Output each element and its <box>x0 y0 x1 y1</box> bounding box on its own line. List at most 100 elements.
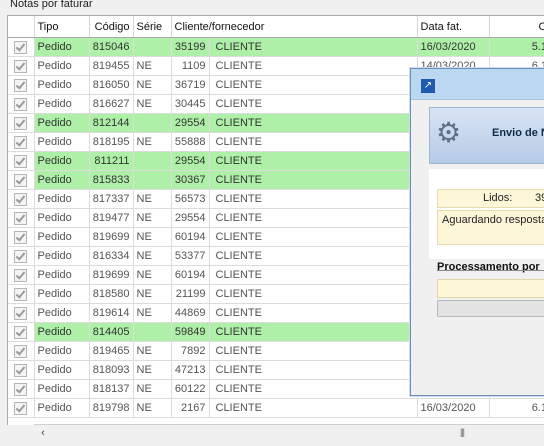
header-check[interactable] <box>8 16 35 38</box>
checkbox-checked-icon[interactable] <box>14 78 28 92</box>
checkbox-checked-icon[interactable] <box>14 97 28 111</box>
cell-cliente-num: 30445 <box>171 94 210 114</box>
processing-group-label: Processamento por <box>437 261 540 273</box>
cell-codigo: 819699 <box>89 265 134 285</box>
progress-bar <box>437 300 544 317</box>
cell-serie: NE <box>133 341 172 361</box>
table-row[interactable]: Pedido815046 35199CLIENTE16/03/20205.102/… <box>8 37 544 57</box>
cell-serie: NE <box>133 246 172 266</box>
row-checkbox[interactable] <box>8 227 35 247</box>
row-checkbox[interactable] <box>8 37 35 57</box>
cell-tipo: Pedido <box>34 94 90 114</box>
row-checkbox[interactable] <box>8 341 35 361</box>
checkbox-checked-icon[interactable] <box>14 116 28 130</box>
header-codigo[interactable]: Código <box>89 16 134 38</box>
row-checkbox[interactable] <box>8 284 35 304</box>
row-checkbox[interactable] <box>8 113 35 133</box>
grid-caption: Notas por faturar <box>10 0 93 10</box>
horizontal-scrollbar[interactable]: ‹ ||| <box>34 424 544 442</box>
row-checkbox[interactable] <box>8 75 35 95</box>
cell-cliente-num: 47213 <box>171 360 210 380</box>
cell-tipo: Pedido <box>34 303 90 323</box>
checkbox-checked-icon[interactable] <box>14 287 28 301</box>
checkbox-checked-icon[interactable] <box>14 230 28 244</box>
cell-serie: NE <box>133 56 172 76</box>
cell-cliente-name: CLIENTE <box>209 246 418 266</box>
row-checkbox[interactable] <box>8 151 35 171</box>
row-checkbox[interactable] <box>8 132 35 152</box>
processing-divider <box>437 270 544 271</box>
cell-serie <box>133 113 172 133</box>
cell-cliente-name: CLIENTE <box>209 360 418 380</box>
cell-cliente-name: CLIENTE <box>209 208 418 228</box>
cell-cliente-num: 55888 <box>171 132 210 152</box>
cell-cfop: 6.102/00 <box>489 398 544 418</box>
checkbox-checked-icon[interactable] <box>14 268 28 282</box>
cell-cliente-name: CLIENTE <box>209 37 418 57</box>
row-checkbox[interactable] <box>8 322 35 342</box>
dialog-title: Envio de N <box>492 127 544 139</box>
cell-cfop: 5.102/00 <box>489 37 544 57</box>
checkbox-checked-icon[interactable] <box>14 382 28 396</box>
cell-cliente-name: CLIENTE <box>209 75 418 95</box>
scroll-left-icon[interactable]: ‹ <box>36 427 50 440</box>
header-data-fat[interactable]: Data fat. <box>417 16 490 38</box>
send-dialog: ↗ ⚙ Envio de N Lidos: 39 Aguardando resp… <box>410 68 544 396</box>
header-cfops[interactable]: CFOPs <box>489 16 544 38</box>
cell-codigo: 812144 <box>89 113 134 133</box>
row-checkbox[interactable] <box>8 56 35 76</box>
checkbox-checked-icon[interactable] <box>14 401 28 415</box>
checkbox-checked-icon[interactable] <box>14 325 28 339</box>
row-checkbox[interactable] <box>8 94 35 114</box>
row-checkbox[interactable] <box>8 265 35 285</box>
cell-cliente-name: CLIENTE <box>209 227 418 247</box>
cell-tipo: Pedido <box>34 398 90 418</box>
cell-cliente-name: CLIENTE <box>209 398 418 418</box>
checkbox-checked-icon[interactable] <box>14 154 28 168</box>
row-checkbox[interactable] <box>8 189 35 209</box>
cell-tipo: Pedido <box>34 322 90 342</box>
scroll-grip-icon[interactable]: ||| <box>460 427 465 437</box>
checkbox-checked-icon[interactable] <box>14 173 28 187</box>
header-serie[interactable]: Série <box>133 16 172 38</box>
status-box: Aguardando resposta <box>437 210 544 245</box>
cell-codigo: 819798 <box>89 398 134 418</box>
row-checkbox[interactable] <box>8 246 35 266</box>
row-checkbox[interactable] <box>8 208 35 228</box>
cell-tipo: Pedido <box>34 379 90 399</box>
dialog-banner: ⚙ Envio de N <box>429 107 544 164</box>
checkbox-checked-icon[interactable] <box>14 344 28 358</box>
cell-codigo: 811211 <box>89 151 134 171</box>
row-checkbox[interactable] <box>8 398 35 418</box>
row-checkbox[interactable] <box>8 170 35 190</box>
cell-cliente-num: 30367 <box>171 170 210 190</box>
cell-cliente-name: CLIENTE <box>209 284 418 304</box>
cell-codigo: 818195 <box>89 132 134 152</box>
row-checkbox[interactable] <box>8 379 35 399</box>
grid-header-row: Tipo Código Série Cliente/fornecedor Dat… <box>8 16 544 38</box>
cell-cliente-name: CLIENTE <box>209 303 418 323</box>
cell-serie <box>133 37 172 57</box>
table-row[interactable]: Pedido819798NE2167CLIENTE16/03/20206.102… <box>8 398 544 418</box>
checkbox-checked-icon[interactable] <box>14 249 28 263</box>
cell-serie <box>133 322 172 342</box>
cell-serie: NE <box>133 360 172 380</box>
cell-cliente-num: 59849 <box>171 322 210 342</box>
row-checkbox[interactable] <box>8 303 35 323</box>
header-tipo[interactable]: Tipo <box>34 16 90 38</box>
checkbox-checked-icon[interactable] <box>14 306 28 320</box>
cell-codigo: 819465 <box>89 341 134 361</box>
checkbox-checked-icon[interactable] <box>14 363 28 377</box>
cell-cliente-num: 2167 <box>171 398 210 418</box>
cell-codigo: 819455 <box>89 56 134 76</box>
header-cliente[interactable]: Cliente/fornecedor <box>171 16 418 38</box>
lidos-box: Lidos: 39 <box>437 189 544 208</box>
checkbox-checked-icon[interactable] <box>14 40 28 54</box>
dialog-titlebar[interactable]: ↗ <box>411 69 544 100</box>
checkbox-checked-icon[interactable] <box>14 192 28 206</box>
checkbox-checked-icon[interactable] <box>14 135 28 149</box>
checkbox-checked-icon[interactable] <box>14 211 28 225</box>
lidos-value: 39 <box>535 192 544 204</box>
checkbox-checked-icon[interactable] <box>14 59 28 73</box>
row-checkbox[interactable] <box>8 360 35 380</box>
